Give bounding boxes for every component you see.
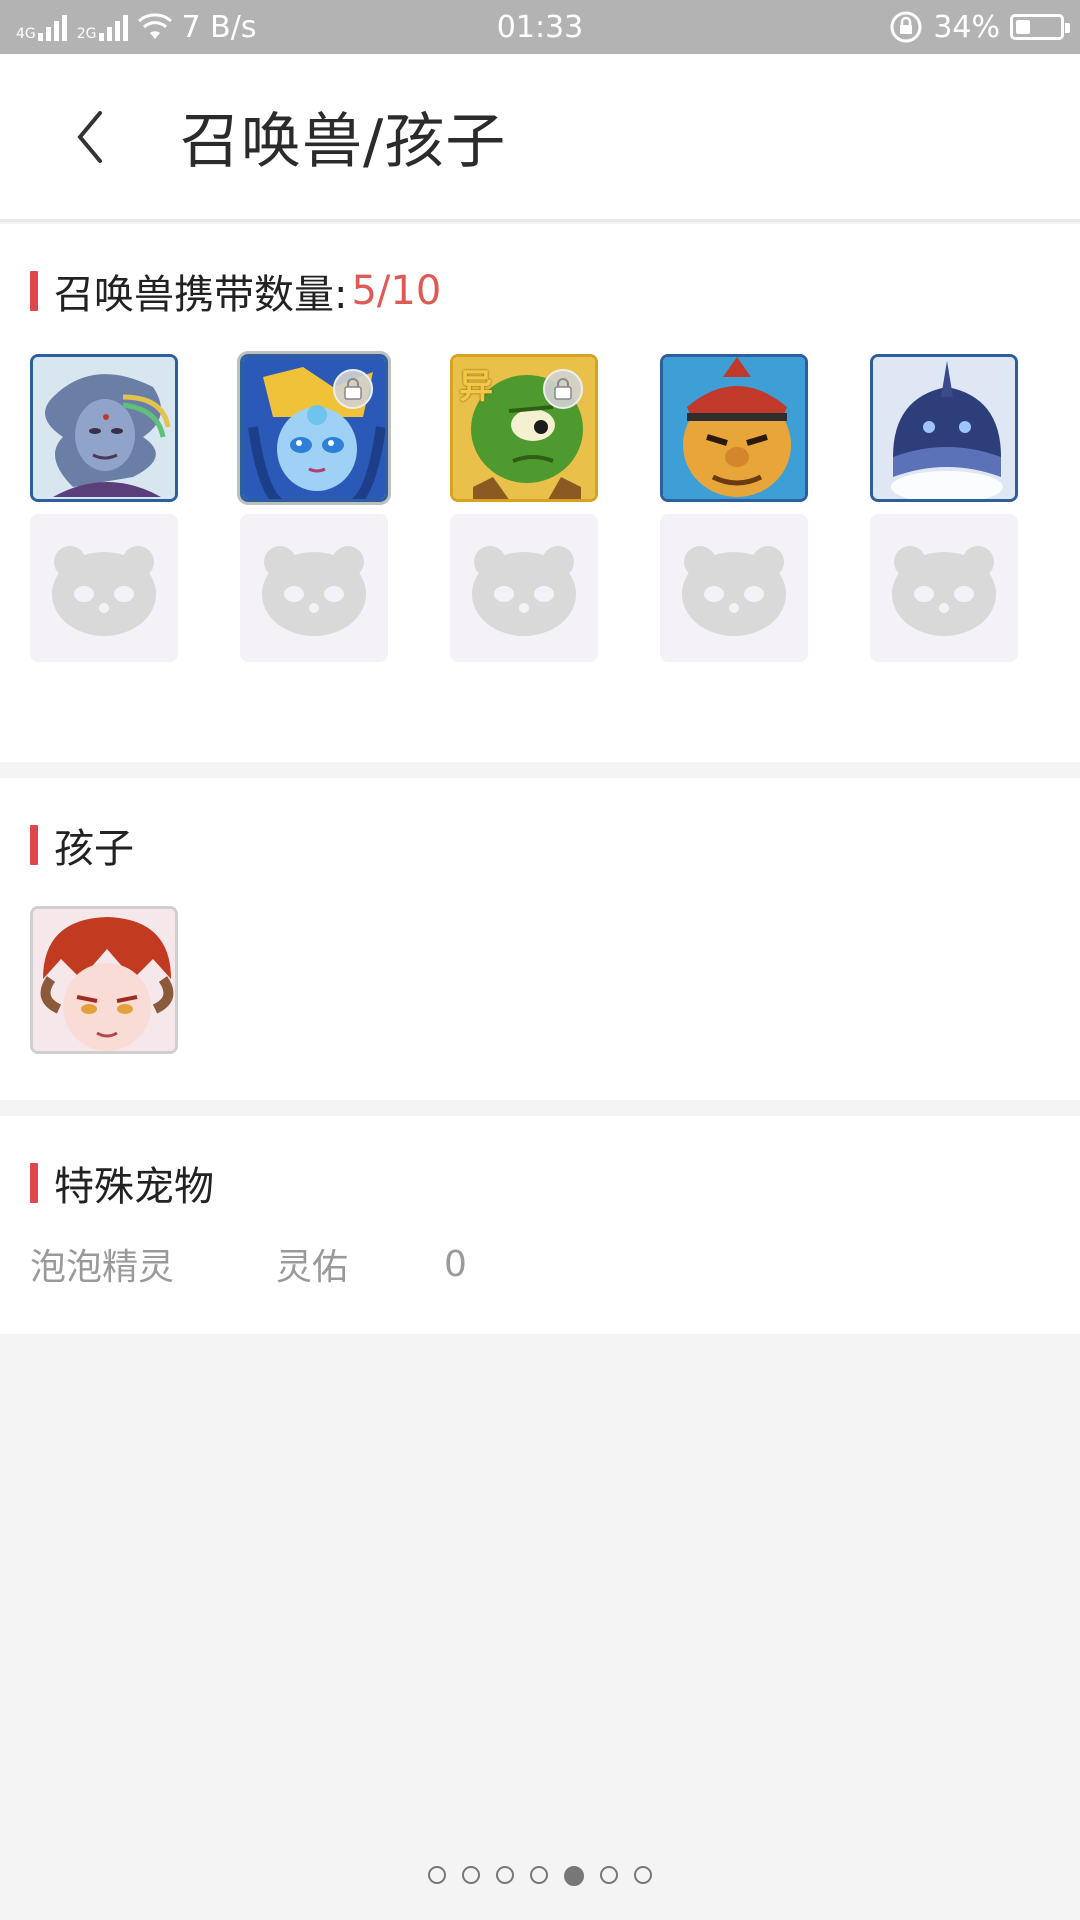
empty-pet-slot-2[interactable] <box>240 514 388 662</box>
pet-row: 异 <box>30 354 1018 502</box>
special-pet-name: 泡泡精灵 <box>30 1247 175 1288</box>
battery-percent: 34% <box>933 9 1000 45</box>
pet-avatar-bandana-brute-icon <box>663 357 805 499</box>
panda-placeholder-icon <box>892 546 996 636</box>
panda-placeholder-icon <box>262 546 366 636</box>
title-accent-bar <box>30 271 38 311</box>
panda-placeholder-icon <box>52 546 156 636</box>
summon-count-value: 5/10 <box>351 268 442 314</box>
pet-slot-5[interactable] <box>870 354 1018 502</box>
clock: 01:33 <box>496 9 584 45</box>
child-avatar-horned-red-hair-icon <box>33 909 175 1051</box>
empty-pet-slot-3[interactable] <box>450 514 598 662</box>
title-accent-bar <box>30 1163 38 1203</box>
network-type-1: 4G <box>16 26 36 42</box>
pet-slot-4[interactable] <box>660 354 808 502</box>
special-pet-kind: 灵佑 <box>276 1247 349 1288</box>
panda-placeholder-icon <box>682 546 786 636</box>
empty-row <box>30 514 1018 662</box>
page-dot-5[interactable] <box>564 1866 584 1886</box>
title-accent-bar <box>30 825 38 865</box>
pet-slot-3[interactable]: 异 <box>450 354 598 502</box>
page-dot-1[interactable] <box>428 1866 446 1884</box>
status-right: 34% <box>644 9 1070 45</box>
panda-placeholder-icon <box>472 546 576 636</box>
wifi-icon <box>137 13 172 39</box>
special-pet-value: 0 <box>444 1243 467 1285</box>
header-bar: 召唤兽/孩子 <box>0 54 1080 222</box>
lock-icon <box>333 369 373 409</box>
page-dot-4[interactable] <box>530 1866 548 1884</box>
page-title: 召唤兽/孩子 <box>180 107 507 177</box>
battery-icon <box>1010 14 1070 40</box>
children-section: 孩子 <box>0 778 1080 1100</box>
pet-avatar-blue-armor-icon <box>873 357 1015 499</box>
page-indicator <box>0 1866 1080 1886</box>
pet-avatar-sea-spirit-icon <box>33 357 175 499</box>
chevron-left-icon <box>77 110 102 163</box>
special-label: 特殊宠物 <box>54 1164 214 1210</box>
pet-variant-badge: 异 <box>459 367 493 407</box>
signal-bars-icon <box>98 13 128 41</box>
page-dot-2[interactable] <box>462 1866 480 1884</box>
pet-slot-2[interactable] <box>240 354 388 502</box>
page-dot-3[interactable] <box>496 1866 514 1884</box>
network-type-2: 2G <box>76 26 97 42</box>
children-grid <box>30 906 1050 1054</box>
status-left: 4G 2G 7 B/s <box>16 10 436 45</box>
child-slot-1[interactable] <box>30 906 178 1054</box>
summon-count-label: 召唤兽携带数量: <box>54 272 348 318</box>
page-dot-7[interactable] <box>634 1866 652 1884</box>
back-button[interactable] <box>50 97 130 177</box>
signal-2: 2G <box>77 13 128 41</box>
special-section-title: 特殊宠物 <box>30 1154 214 1212</box>
signal-bars-icon <box>37 13 67 41</box>
rotation-lock-icon <box>890 11 922 43</box>
empty-pet-slot-1[interactable] <box>30 514 178 662</box>
children-section-title: 孩子 <box>30 816 134 874</box>
pet-slot-1[interactable] <box>30 354 178 502</box>
page-dot-6[interactable] <box>600 1866 618 1884</box>
empty-pet-slot-4[interactable] <box>660 514 808 662</box>
summon-section-title: 召唤兽携带数量: 5/10 <box>30 262 441 320</box>
network-speed: 7 B/s <box>181 9 257 45</box>
special-pet-row: 泡泡精灵 灵佑 0 <box>30 1238 467 1290</box>
summon-section: 召唤兽携带数量: 5/10 异 <box>0 224 1080 762</box>
signal-1: 4G <box>16 13 67 41</box>
children-label: 孩子 <box>54 826 134 872</box>
special-pets-section: 特殊宠物 泡泡精灵 灵佑 0 <box>0 1116 1080 1334</box>
status-bar: 4G 2G 7 B/s 01:33 34% <box>0 0 1080 54</box>
lock-icon <box>543 369 583 409</box>
empty-pet-slot-5[interactable] <box>870 514 1018 662</box>
